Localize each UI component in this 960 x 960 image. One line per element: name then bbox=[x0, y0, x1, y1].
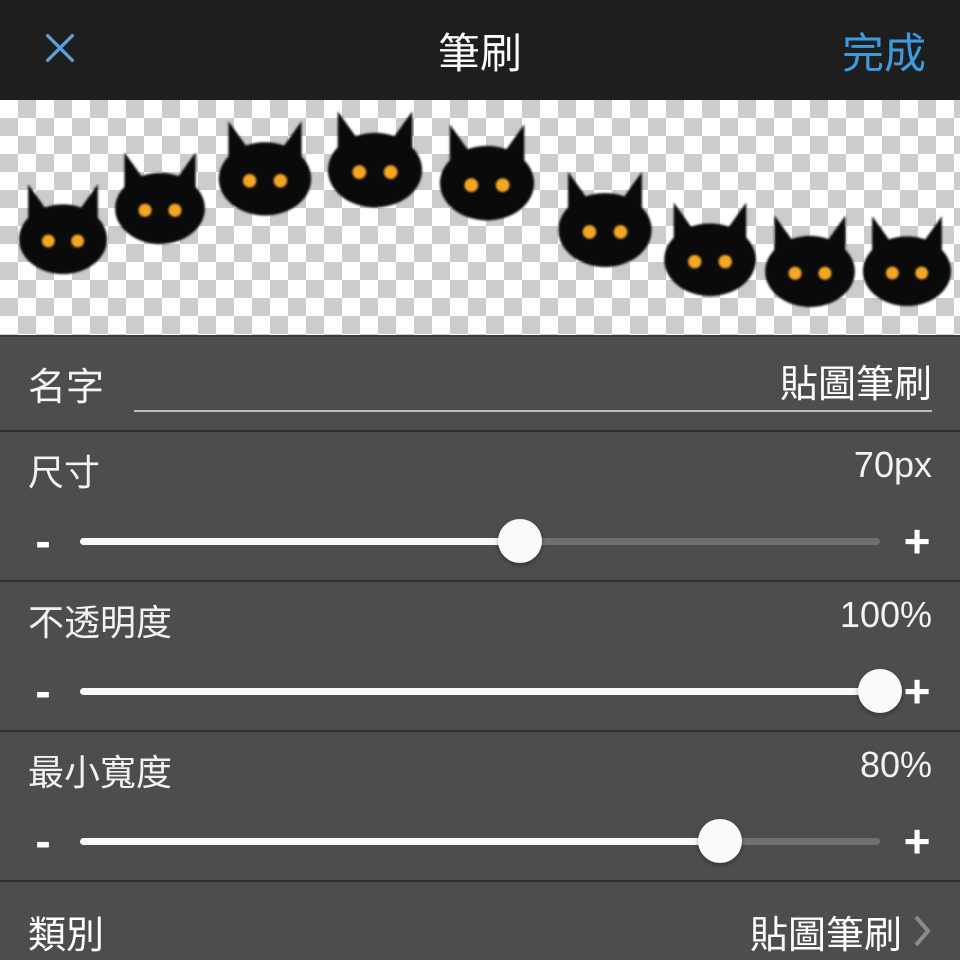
brush-stamp bbox=[428, 114, 546, 222]
minwidth-decrease-button[interactable]: - bbox=[28, 814, 58, 868]
close-button[interactable] bbox=[38, 28, 82, 72]
size-label: 尺寸 bbox=[28, 444, 100, 496]
page-title: 筆刷 bbox=[0, 20, 960, 81]
done-button[interactable]: 完成 bbox=[842, 20, 926, 81]
header-bar: 筆刷 完成 bbox=[0, 0, 960, 100]
brush-preview bbox=[0, 100, 960, 335]
chevron-right-icon bbox=[912, 913, 932, 949]
minwidth-label: 最小寬度 bbox=[28, 744, 172, 796]
size-increase-button[interactable]: + bbox=[902, 514, 932, 568]
close-icon bbox=[41, 29, 79, 72]
opacity-label: 不透明度 bbox=[28, 594, 172, 646]
brush-stamp bbox=[547, 162, 664, 269]
opacity-slider[interactable] bbox=[80, 670, 880, 712]
name-input[interactable]: 貼圖筆刷 bbox=[134, 356, 932, 412]
opacity-row: 不透明度 100% - + bbox=[0, 580, 960, 730]
name-row: 名字 貼圖筆刷 bbox=[0, 335, 960, 430]
category-value: 貼圖筆刷 bbox=[750, 904, 902, 959]
opacity-decrease-button[interactable]: - bbox=[28, 664, 58, 718]
slider-thumb[interactable] bbox=[498, 519, 542, 563]
minwidth-row: 最小寬度 80% - + bbox=[0, 730, 960, 880]
brush-stamp bbox=[653, 193, 767, 298]
brush-stamp bbox=[207, 111, 323, 217]
opacity-increase-button[interactable]: + bbox=[902, 664, 932, 718]
size-value: 70px bbox=[854, 444, 932, 496]
brush-stamp bbox=[104, 143, 216, 246]
size-row: 尺寸 70px - + bbox=[0, 430, 960, 580]
slider-thumb[interactable] bbox=[858, 669, 902, 713]
slider-thumb[interactable] bbox=[698, 819, 742, 863]
brush-stamp bbox=[852, 207, 960, 308]
size-decrease-button[interactable]: - bbox=[28, 514, 58, 568]
brush-stamp bbox=[316, 101, 434, 209]
name-value: 貼圖筆刷 bbox=[780, 353, 932, 408]
minwidth-increase-button[interactable]: + bbox=[902, 814, 932, 868]
brush-stamp bbox=[754, 206, 866, 309]
size-slider[interactable] bbox=[80, 520, 880, 562]
category-row[interactable]: 類別 貼圖筆刷 bbox=[0, 880, 960, 960]
opacity-value: 100% bbox=[840, 594, 932, 646]
minwidth-value: 80% bbox=[860, 744, 932, 796]
name-label: 名字 bbox=[28, 356, 104, 411]
brush-stamp bbox=[8, 175, 118, 276]
minwidth-slider[interactable] bbox=[80, 820, 880, 862]
category-label: 類別 bbox=[28, 904, 104, 959]
